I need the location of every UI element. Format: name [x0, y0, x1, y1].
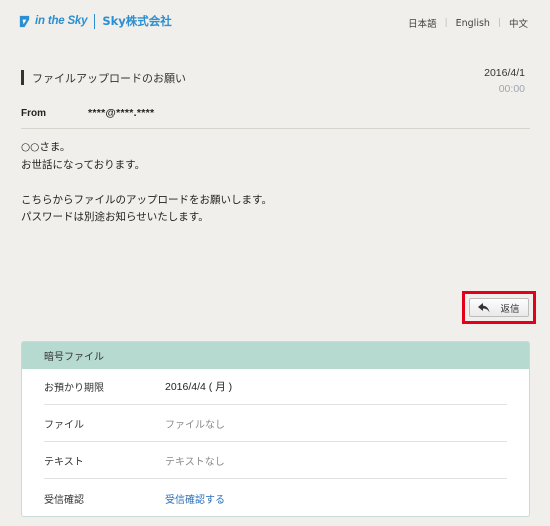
header-divider — [21, 128, 530, 129]
reply-button-label: 返信 — [500, 303, 520, 315]
lang-divider: | — [444, 18, 448, 28]
logo-brand-text: in the Sky — [35, 15, 88, 27]
lang-divider: | — [497, 18, 501, 28]
body-line — [21, 174, 272, 192]
text-label: テキスト — [44, 457, 84, 468]
text-value: テキストなし — [165, 457, 225, 468]
body-line: お世話になっております。 — [21, 158, 146, 171]
logo-divider — [94, 13, 96, 29]
message-date: 2016/4/1 — [484, 67, 525, 79]
detail-row-deadline: お預かり期限 2016/4/4 ( 月 ) — [44, 369, 507, 405]
deadline-value: 2016/4/4 ( 月 ) — [165, 381, 233, 393]
detail-row-file: ファイル ファイルなし — [44, 406, 507, 442]
subject-accent-bar — [21, 70, 24, 85]
reply-highlight-frame: 返信 — [462, 291, 536, 324]
deadline-label: お預かり期限 — [44, 383, 104, 394]
file-label: ファイル — [44, 420, 84, 431]
detail-row-text: テキスト テキストなし — [44, 443, 507, 479]
logo-company-text: Sky株式会社 — [102, 14, 172, 28]
app-header: in the Sky Sky株式会社 日本語 | English | 中文 — [0, 0, 550, 44]
lang-chinese-link[interactable]: 中文 — [509, 16, 528, 30]
message-time: 00:00 — [498, 83, 525, 95]
message-subject: ファイルアップロードのお願い — [32, 72, 186, 85]
message-body: ○○さま。 お世話になっております。 こちらからファイルのアップロードをお願いし… — [21, 139, 272, 227]
lang-english-link[interactable]: English — [456, 18, 490, 29]
panel-title: 暗号ファイル — [22, 342, 529, 369]
receipt-label: 受信確認 — [44, 494, 84, 506]
encrypted-file-panel: 暗号ファイル お預かり期限 2016/4/4 ( 月 ) ファイル ファイルなし… — [21, 341, 530, 517]
from-address: ****@****.**** — [88, 107, 155, 119]
detail-row-receipt: 受信確認 受信確認する — [44, 480, 507, 516]
company-logo[interactable]: in the Sky Sky株式会社 — [18, 13, 172, 29]
from-label: From — [21, 108, 46, 119]
lang-japanese-link[interactable]: 日本語 — [408, 16, 437, 30]
language-switcher: 日本語 | English | 中文 — [408, 16, 528, 31]
logo-mark-icon — [19, 15, 30, 27]
body-line: ○○さま。 — [21, 141, 71, 153]
receipt-confirm-link[interactable]: 受信確認する — [165, 491, 225, 506]
reply-button[interactable]: 返信 — [469, 298, 529, 317]
body-line: パスワードは別途お知らせいたします。 — [21, 211, 209, 223]
body-line: こちらからファイルのアップロードをお願いします。 — [21, 193, 272, 206]
reply-arrow-icon — [478, 302, 490, 312]
file-value: ファイルなし — [165, 420, 225, 431]
